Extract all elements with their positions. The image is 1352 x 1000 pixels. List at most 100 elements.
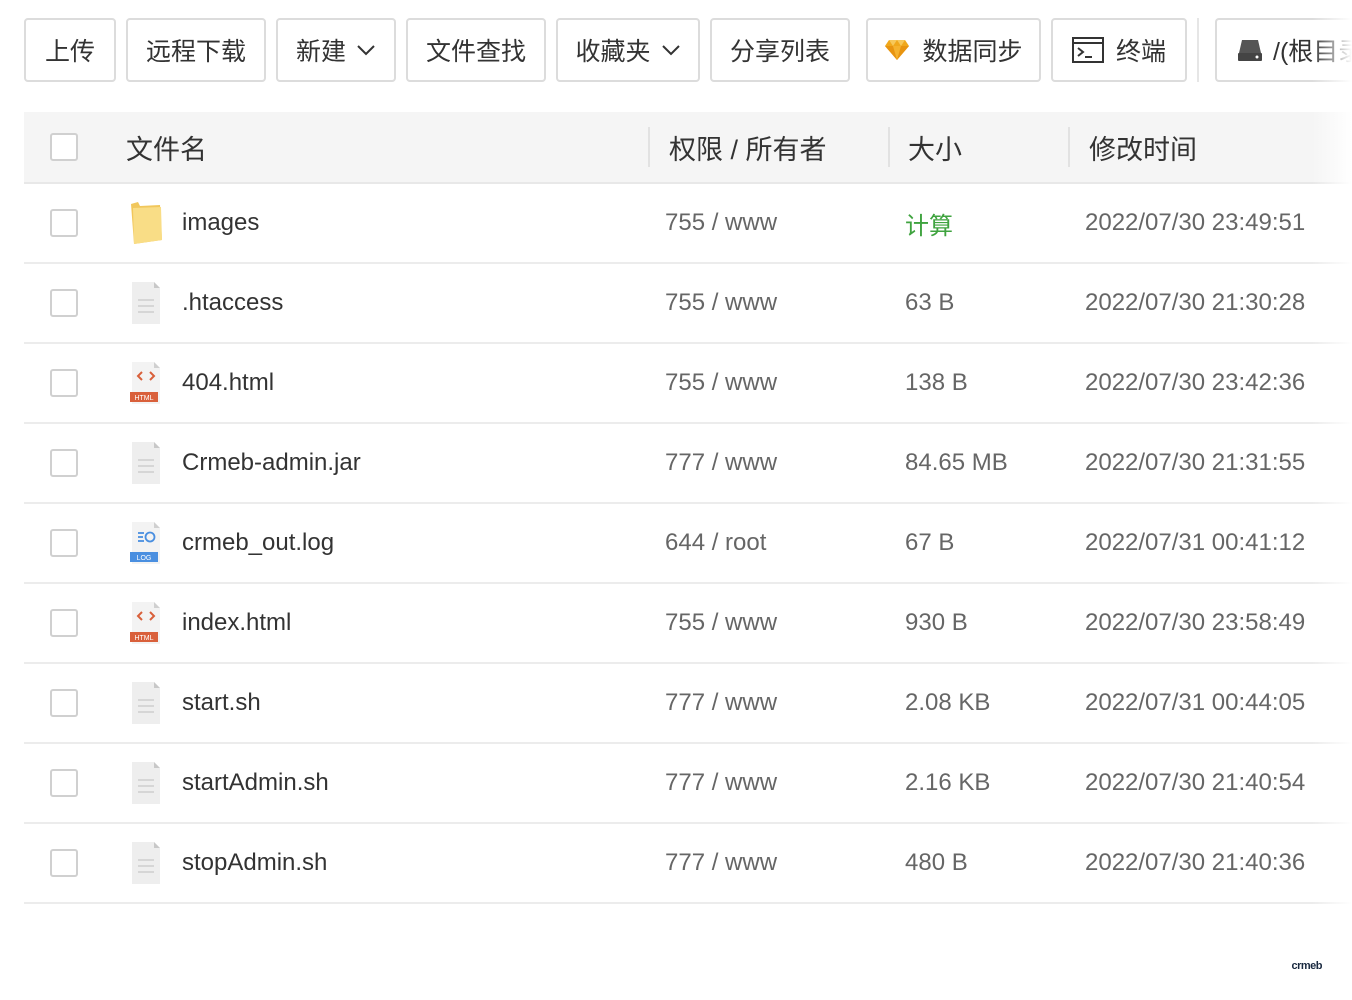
column-header-size-label: 大小 (908, 134, 962, 165)
file-permission[interactable]: 755 / www (665, 584, 777, 662)
favorites-dropdown-button[interactable]: 收藏夹 (556, 18, 700, 82)
html-tag-text: HTML (134, 635, 153, 642)
file-permission[interactable]: 755 / www (665, 184, 777, 262)
file-permission[interactable]: 777 / www (665, 424, 777, 502)
chevron-down-icon (356, 44, 376, 56)
file-mtime: 2022/07/30 21:40:36 (1085, 849, 1306, 876)
file-permission[interactable]: 777 / www (665, 744, 777, 822)
row-checkbox[interactable] (50, 849, 78, 877)
file-size: 67 B (905, 529, 955, 556)
row-checkbox[interactable] (50, 449, 78, 477)
column-header-name[interactable]: 文件名 (126, 112, 207, 182)
upload-button[interactable]: 上传 (24, 18, 116, 82)
file-name[interactable]: .htaccess (182, 264, 283, 342)
table-row[interactable]: startAdmin.sh 777 / www 2.16 KB 2022/07/… (24, 744, 1352, 824)
file-size: 480 B (905, 849, 968, 876)
file-name[interactable]: stopAdmin.sh (182, 824, 327, 902)
table-row[interactable]: stopAdmin.sh 777 / www 480 B 2022/07/30 … (24, 824, 1352, 904)
file-name[interactable]: startAdmin.sh (182, 744, 329, 822)
terminal-label: 终端 (1115, 38, 1166, 66)
column-header-size[interactable]: 大小 (908, 112, 962, 182)
html-file-icon: HTML (130, 362, 160, 404)
column-header-permission[interactable]: 权限 / 所有者 (669, 112, 827, 182)
file-size: 63 B (905, 289, 955, 316)
file-mtime: 2022/07/30 23:49:51 (1085, 209, 1306, 236)
calculate-size-link[interactable]: 计算 (905, 184, 953, 262)
table-row[interactable]: Crmeb-admin.jar 777 / www 84.65 MB 2022/… (24, 424, 1352, 504)
file-manager-page: 上传 远程下载 新建 文件查找 收藏夹 分享列表 数据同步 终端 /(根目 文件… (0, 0, 1352, 1000)
file-mtime: 2022/07/30 21:40:54 (1085, 769, 1306, 796)
file-size: 2.16 KB (905, 769, 991, 796)
file-name[interactable]: 404.html (182, 344, 274, 422)
terminal-button[interactable]: 终端 (1051, 18, 1187, 82)
new-dropdown-button[interactable]: 新建 (276, 18, 396, 82)
file-size: 138 B (905, 369, 968, 396)
file-table: 文件名 权限 / 所有者 大小 修改时间 images 755 / www 计算… (24, 112, 1352, 904)
remote-download-label: 远程下载 (145, 38, 246, 66)
file-name[interactable]: images (182, 184, 259, 262)
table-row[interactable]: start.sh 777 / www 2.08 KB 2022/07/31 00… (24, 664, 1352, 744)
row-checkbox[interactable] (50, 209, 78, 237)
chevron-down-icon (661, 44, 681, 56)
row-checkbox[interactable] (50, 609, 78, 637)
file-size: 930 B (905, 609, 968, 636)
file-name[interactable]: index.html (182, 584, 291, 662)
share-list-label: 分享列表 (729, 38, 830, 66)
column-separator (648, 127, 650, 167)
table-row[interactable]: HTML index.html 755 / www 930 B 2022/07/… (24, 584, 1352, 664)
file-icon (132, 282, 160, 324)
table-row[interactable]: images 755 / www 计算 2022/07/30 23:49:51 (24, 184, 1352, 264)
file-icon (132, 762, 160, 804)
column-separator (1068, 127, 1070, 167)
column-header-modified[interactable]: 修改时间 (1089, 112, 1197, 182)
file-size: 2.08 KB (905, 689, 991, 716)
file-mtime: 2022/07/30 21:31:55 (1085, 449, 1306, 476)
table-header: 文件名 权限 / 所有者 大小 修改时间 (24, 112, 1352, 184)
row-checkbox[interactable] (50, 769, 78, 797)
file-mtime: 2022/07/30 23:58:49 (1085, 609, 1306, 636)
data-sync-label: 数据同步 (922, 38, 1023, 66)
column-separator (888, 127, 890, 167)
data-sync-button[interactable]: 数据同步 (866, 18, 1041, 82)
remote-download-button[interactable]: 远程下载 (126, 18, 266, 82)
file-name[interactable]: crmeb_out.log (182, 504, 334, 582)
file-search-button[interactable]: 文件查找 (406, 18, 546, 82)
column-header-permission-label: 权限 / 所有者 (669, 134, 827, 165)
file-name[interactable]: Crmeb-admin.jar (182, 424, 361, 502)
favorites-label: 收藏夹 (575, 38, 651, 66)
file-mtime: 2022/07/30 21:30:28 (1085, 289, 1306, 316)
column-header-modified-label: 修改时间 (1089, 134, 1197, 165)
table-row[interactable]: HTML 404.html 755 / www 138 B 2022/07/30… (24, 344, 1352, 424)
terminal-icon (1071, 37, 1104, 63)
row-checkbox[interactable] (50, 689, 78, 717)
log-tag-text: LOG (137, 555, 152, 562)
file-size: 84.65 MB (905, 449, 1008, 476)
toolbar-divider (1197, 18, 1199, 82)
file-permission[interactable]: 755 / www (665, 344, 777, 422)
html-tag-text: HTML (134, 395, 153, 402)
file-icon (132, 682, 160, 724)
watermark-logo: crmeb (1291, 960, 1322, 972)
row-checkbox[interactable] (50, 529, 78, 557)
file-mtime: 2022/07/31 00:41:12 (1085, 529, 1306, 556)
share-list-button[interactable]: 分享列表 (710, 18, 850, 82)
file-icon (132, 442, 160, 484)
file-search-label: 文件查找 (425, 38, 526, 66)
row-checkbox[interactable] (50, 369, 78, 397)
file-icon (132, 842, 160, 884)
file-permission[interactable]: 777 / www (665, 664, 777, 742)
folder-icon (131, 202, 162, 244)
select-all-checkbox[interactable] (50, 133, 78, 161)
table-row[interactable]: LOG crmeb_out.log 644 / root 67 B 2022/0… (24, 504, 1352, 584)
new-label: 新建 (295, 38, 346, 66)
path-selector[interactable]: /(根目录 (1215, 18, 1352, 82)
file-permission[interactable]: 644 / root (665, 504, 766, 582)
table-row[interactable]: .htaccess 755 / www 63 B 2022/07/30 21:3… (24, 264, 1352, 344)
file-mtime: 2022/07/31 00:44:05 (1085, 689, 1306, 716)
file-permission[interactable]: 777 / www (665, 824, 777, 902)
row-checkbox[interactable] (50, 289, 78, 317)
file-mtime: 2022/07/30 23:42:36 (1085, 369, 1306, 396)
disk-drive-icon (1237, 38, 1263, 62)
file-permission[interactable]: 755 / www (665, 264, 777, 342)
file-name[interactable]: start.sh (182, 664, 261, 742)
